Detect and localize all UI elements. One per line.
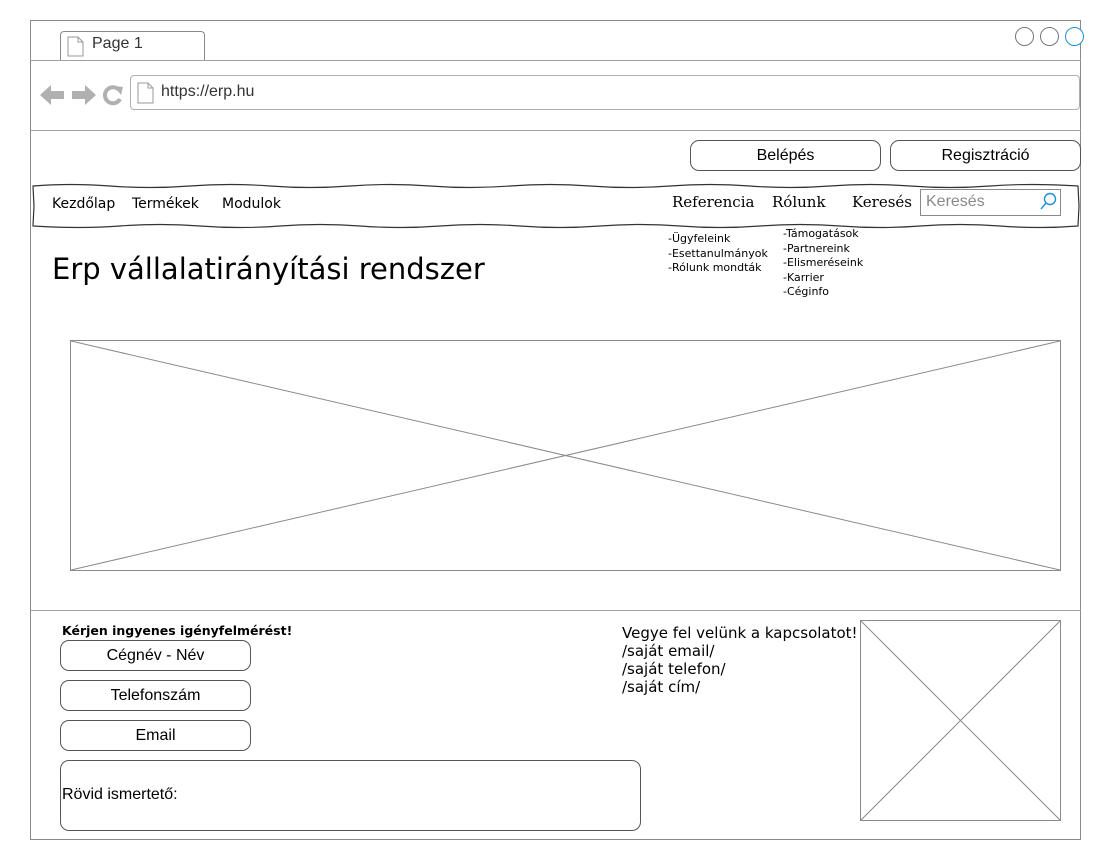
- contact-info: Vegye fel velünk a kapcsolatot! /saját e…: [622, 624, 858, 696]
- map-image-placeholder: [860, 620, 1061, 821]
- tab-title: Page 1: [92, 35, 143, 52]
- footer-divider: [30, 610, 1081, 611]
- window-circle-1[interactable]: [1015, 27, 1034, 46]
- form-heading: Kérjen ingyenes igényfelmérést!: [62, 623, 293, 638]
- window-circle-3[interactable]: [1065, 27, 1084, 46]
- login-button[interactable]: Belépés: [690, 140, 881, 171]
- submenu-item[interactable]: -Rólunk mondták: [668, 261, 768, 276]
- search-icon[interactable]: [1039, 192, 1058, 212]
- nav-item-rolunk[interactable]: Rólunk: [772, 193, 826, 211]
- nav-item-termekek[interactable]: Termékek: [132, 196, 199, 212]
- reload-icon[interactable]: [101, 84, 125, 106]
- submenu-item[interactable]: -Céginfo: [783, 285, 863, 300]
- nav-item-kezdolap[interactable]: Kezdőlap: [52, 196, 115, 212]
- page-icon: [67, 36, 84, 57]
- contact-email: /saját email/: [622, 642, 715, 660]
- submenu-item[interactable]: -Partnereink: [783, 242, 863, 257]
- hero-image-placeholder: [70, 340, 1061, 571]
- contact-address: /saját cím/: [622, 678, 701, 696]
- url-text: https://erp.hu: [161, 83, 255, 100]
- submenu-item[interactable]: -Esettanulmányok: [668, 247, 768, 262]
- page-icon: [137, 82, 154, 104]
- description-label: Rövid ismertető:: [62, 786, 178, 803]
- page-title: Erp vállalatirányítási rendszer: [52, 252, 485, 286]
- submenu-item[interactable]: -Elismeréseink: [783, 256, 863, 271]
- submenu-item[interactable]: -Karrier: [783, 271, 863, 286]
- address-bar[interactable]: [130, 75, 1080, 110]
- contact-heading: Vegye fel velünk a kapcsolatot!: [622, 624, 858, 642]
- company-name-field[interactable]: Cégnév - Név: [60, 640, 251, 671]
- submenu-item[interactable]: -Ügyfeleink: [668, 232, 768, 247]
- window-circle-2[interactable]: [1040, 27, 1059, 46]
- back-arrow-icon[interactable]: [40, 84, 66, 106]
- phone-field[interactable]: Telefonszám: [60, 680, 251, 711]
- register-button[interactable]: Regisztráció: [890, 140, 1081, 171]
- forward-arrow-icon[interactable]: [70, 84, 96, 106]
- nav-item-modulok[interactable]: Modulok: [222, 196, 281, 212]
- nav-item-referencia[interactable]: Referencia: [672, 193, 754, 211]
- submenu-referencia: -Ügyfeleink -Esettanulmányok -Rólunk mon…: [668, 232, 768, 276]
- submenu-item[interactable]: -Támogatások: [783, 227, 863, 242]
- submenu-rolunk: -Támogatások -Partnereink -Elismeréseink…: [783, 227, 863, 300]
- contact-phone: /saját telefon/: [622, 660, 726, 678]
- toolbar-divider: [30, 130, 1081, 131]
- search-placeholder: Keresés: [926, 193, 985, 210]
- tabstrip-divider: [30, 60, 1081, 61]
- email-field[interactable]: Email: [60, 720, 251, 751]
- nav-item-kereses[interactable]: Keresés: [852, 193, 912, 211]
